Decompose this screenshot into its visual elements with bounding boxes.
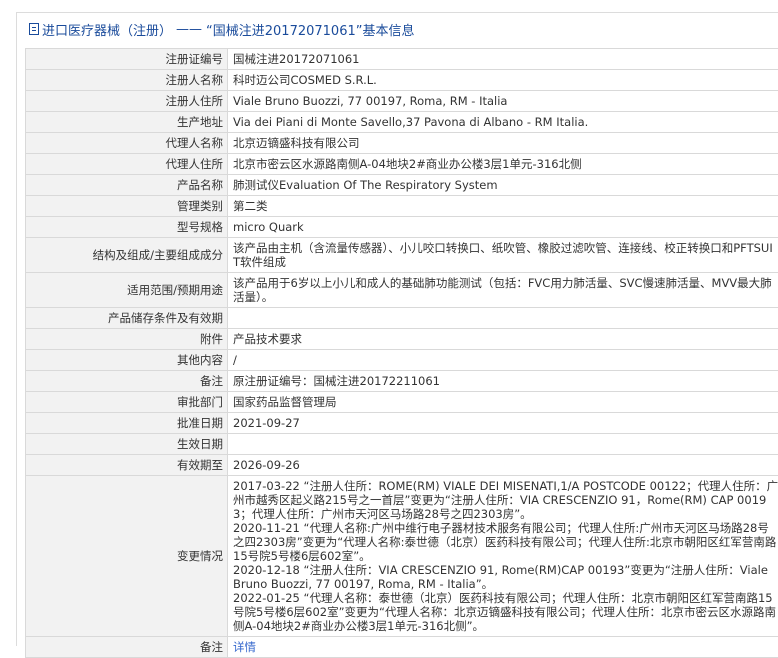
field-label: 代理人名称: [26, 133, 228, 154]
field-label: 备注: [26, 637, 228, 658]
title-separator: ——: [176, 22, 202, 37]
field-value: 2026-09-26: [228, 455, 778, 476]
field-label: 批准日期: [26, 413, 228, 434]
table-row: 其他内容/: [26, 350, 778, 371]
table-row: 代理人名称北京迈镝盛科技有限公司: [26, 133, 778, 154]
field-label: 注册人名称: [26, 70, 228, 91]
field-label: 有效期至: [26, 455, 228, 476]
field-value: 2021-09-27: [228, 413, 778, 434]
field-label: 生效日期: [26, 434, 228, 455]
field-value: 2017-03-22 “注册人住所：ROME(RM) VIALE DEI MIS…: [228, 476, 778, 637]
table-row: 备注原注册证编号：国械注进20172211061: [26, 371, 778, 392]
field-value: 该产品由主机（含流量传感器）、小儿咬口转换口、纸吹管、橡胶过滤吹管、连接线、校正…: [228, 238, 778, 273]
field-label: 注册人住所: [26, 91, 228, 112]
table-row: 适用范围/预期用途该产品用于6岁以上小儿和成人的基础肺功能测试（包括：FVC用力…: [26, 273, 778, 308]
field-value: [228, 308, 778, 329]
table-row: 代理人住所北京市密云区水源路南侧A-04地块2#商业办公楼3层1单元-316北侧: [26, 154, 778, 175]
field-value: Viale Bruno Buozzi, 77 00197, Roma, RM -…: [228, 91, 778, 112]
field-value: 产品技术要求: [228, 329, 778, 350]
table-row: 产品储存条件及有效期: [26, 308, 778, 329]
field-value: 该产品用于6岁以上小儿和成人的基础肺功能测试（包括：FVC用力肺活量、SVC慢速…: [228, 273, 778, 308]
field-value: 科时迈公司COSMED S.R.L.: [228, 70, 778, 91]
field-label: 审批部门: [26, 392, 228, 413]
change-entry: 2022-01-25 “代理人名称：泰世德（北京）医药科技有限公司；代理人住所：…: [233, 591, 778, 633]
field-label: 产品名称: [26, 175, 228, 196]
field-label: 型号规格: [26, 217, 228, 238]
field-label: 变更情况: [26, 476, 228, 637]
change-entry: 2020-11-21 “代理人名称:广州中维行电子器材技术服务有限公司；代理人住…: [233, 521, 778, 563]
details-link[interactable]: 详情: [233, 640, 256, 654]
left-rule: [16, 12, 17, 646]
field-value: 北京迈镝盛科技有限公司: [228, 133, 778, 154]
field-value: 详情: [228, 637, 778, 658]
table-row: 有效期至2026-09-26: [26, 455, 778, 476]
field-label: 代理人住所: [26, 154, 228, 175]
info-table: 注册证编号国械注进20172071061注册人名称科时迈公司COSMED S.R…: [25, 48, 778, 658]
info-table-body: 注册证编号国械注进20172071061注册人名称科时迈公司COSMED S.R…: [26, 49, 778, 658]
field-value: 国械注进20172071061: [228, 49, 778, 70]
field-label: 管理类别: [26, 196, 228, 217]
table-row: 产品名称肺测试仪Evaluation Of The Respiratory Sy…: [26, 175, 778, 196]
table-row: 注册人住所Viale Bruno Buozzi, 77 00197, Roma,…: [26, 91, 778, 112]
field-value: [228, 434, 778, 455]
title-category: 进口医疗器械（注册）: [42, 20, 172, 39]
change-entry: 2017-03-22 “注册人住所：ROME(RM) VIALE DEI MIS…: [233, 479, 778, 521]
table-row: 结构及组成/主要组成成分该产品由主机（含流量传感器）、小儿咬口转换口、纸吹管、橡…: [26, 238, 778, 273]
field-value: 原注册证编号：国械注进20172211061: [228, 371, 778, 392]
field-label: 生产地址: [26, 112, 228, 133]
table-row: 附件产品技术要求: [26, 329, 778, 350]
field-label: 附件: [26, 329, 228, 350]
table-row: 注册人名称科时迈公司COSMED S.R.L.: [26, 70, 778, 91]
table-row: 注册证编号国械注进20172071061: [26, 49, 778, 70]
table-row: 审批部门国家药品监督管理局: [26, 392, 778, 413]
field-label: 产品储存条件及有效期: [26, 308, 228, 329]
table-row: 管理类别第二类: [26, 196, 778, 217]
table-row: 型号规格micro Quark: [26, 217, 778, 238]
field-label: 备注: [26, 371, 228, 392]
table-row-footer: 备注详情: [26, 637, 778, 658]
field-value: micro Quark: [228, 217, 778, 238]
table-row: 生效日期: [26, 434, 778, 455]
field-value: 国家药品监督管理局: [228, 392, 778, 413]
field-value: 第二类: [228, 196, 778, 217]
title-record: “国械注进20172071061”基本信息: [206, 20, 414, 39]
field-label: 注册证编号: [26, 49, 228, 70]
field-value: /: [228, 350, 778, 371]
field-value: 肺测试仪Evaluation Of The Respiratory System: [228, 175, 778, 196]
document-icon: [29, 23, 39, 35]
field-value: Via dei Piani di Monte Savello,37 Pavona…: [228, 112, 778, 133]
table-row-changes: 变更情况2017-03-22 “注册人住所：ROME(RM) VIALE DEI…: [26, 476, 778, 637]
field-label: 其他内容: [26, 350, 228, 371]
field-label: 适用范围/预期用途: [26, 273, 228, 308]
field-value: 北京市密云区水源路南侧A-04地块2#商业办公楼3层1单元-316北侧: [228, 154, 778, 175]
page-title: 进口医疗器械（注册） —— “国械注进20172071061”基本信息: [17, 13, 778, 45]
table-row: 生产地址Via dei Piani di Monte Savello,37 Pa…: [26, 112, 778, 133]
table-row: 批准日期2021-09-27: [26, 413, 778, 434]
field-label: 结构及组成/主要组成成分: [26, 238, 228, 273]
change-entry: 2020-12-18 “注册人住所：VIA CRESCENZIO 91, Rom…: [233, 563, 778, 591]
